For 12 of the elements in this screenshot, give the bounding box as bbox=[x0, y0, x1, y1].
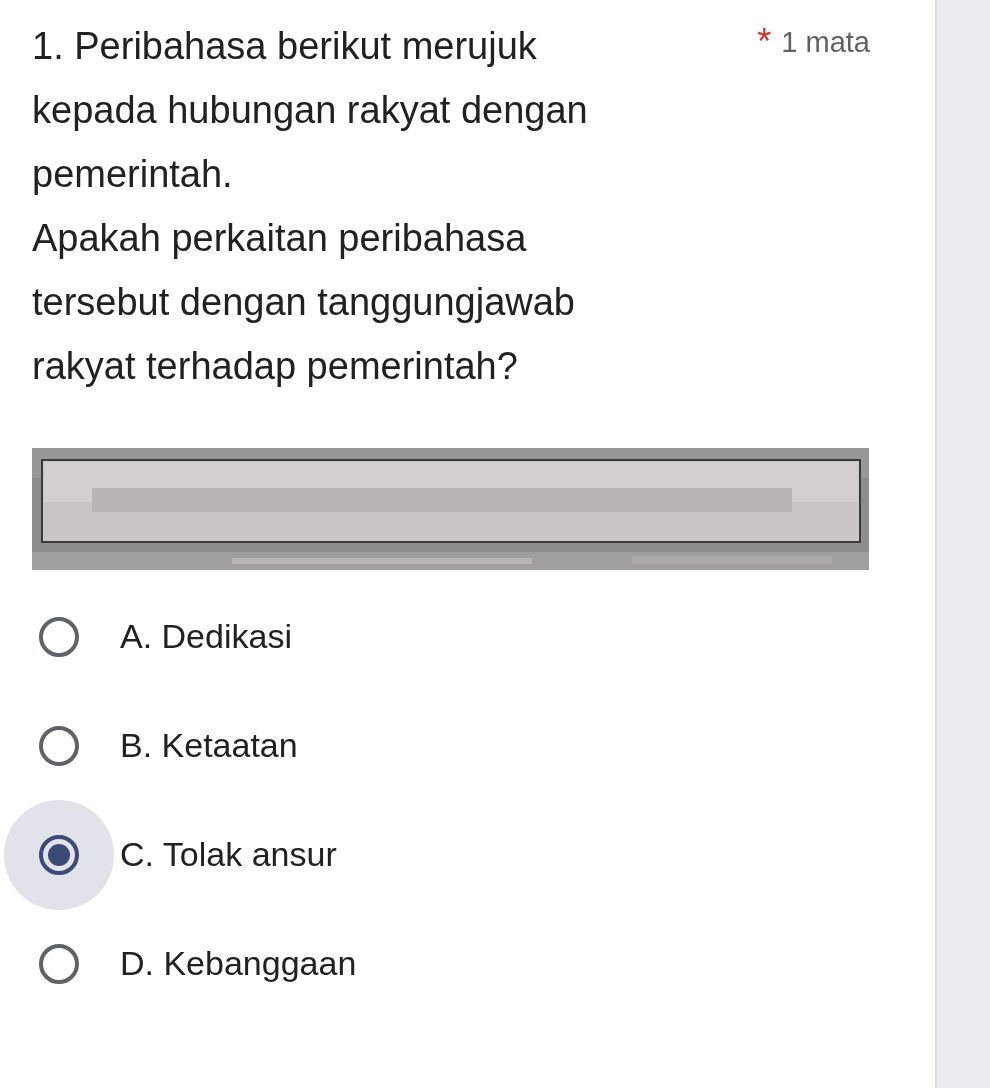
option-label: C. Tolak ansur bbox=[120, 835, 337, 874]
points-label: 1 mata bbox=[781, 25, 870, 59]
option-label: D. Kebanggaan bbox=[120, 944, 357, 983]
radio-button[interactable] bbox=[39, 834, 79, 875]
radio-button[interactable] bbox=[39, 725, 79, 766]
radio-button[interactable] bbox=[39, 616, 79, 657]
question-text: Apakah perkaitan peribahasa tersebut dengan tanggungjawab rakyat terhadap pemerintah? bbox=[32, 216, 576, 389]
question-text: 1. Peribahasa berikut merujuk kepada hubungan rakyat dengan pemerintah. bbox=[32, 24, 589, 197]
option-label: A. Dedikasi bbox=[120, 617, 292, 656]
radio-button[interactable] bbox=[39, 943, 79, 984]
required-mark: * bbox=[757, 24, 772, 60]
option-label: B. Ketaatan bbox=[120, 726, 298, 765]
